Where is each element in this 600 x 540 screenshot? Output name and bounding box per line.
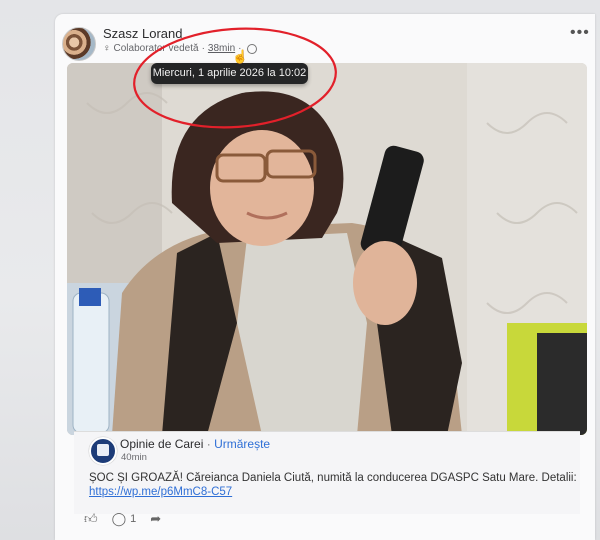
post-actions: 👍︎ ◯ 1 ➦: [84, 511, 161, 527]
hand-cursor-icon: ☝: [232, 49, 249, 64]
follow-button[interactable]: Urmărește: [214, 437, 270, 451]
badge-label[interactable]: Colaborator vedetă: [114, 43, 199, 54]
photo-illustration: [67, 63, 587, 435]
author-name[interactable]: Szasz Lorand: [103, 26, 183, 41]
trophy-icon: ♀: [103, 43, 111, 54]
page-header: Opinie de Carei · Urmărește: [120, 437, 270, 451]
post-link[interactable]: https://wp.me/p6MmC8-C57: [89, 486, 232, 498]
post-photo[interactable]: [67, 63, 587, 435]
timestamp-tooltip: Miercuri, 1 aprilie 2026 la 10:02: [151, 63, 308, 84]
page-avatar[interactable]: [89, 437, 117, 465]
comment-icon[interactable]: ◯: [112, 511, 127, 527]
page-name[interactable]: Opinie de Carei: [120, 437, 203, 451]
share-icon[interactable]: ➦: [150, 511, 161, 527]
page-separator: ·: [206, 437, 211, 451]
comment-count: 1: [130, 513, 137, 525]
post-text: ȘOC ȘI GROAZĂ! Căreianca Daniela Ciută, …: [89, 472, 577, 484]
like-icon[interactable]: 👍︎: [84, 511, 98, 527]
more-options-icon[interactable]: •••: [570, 24, 590, 42]
meta-separator: ·: [201, 43, 205, 54]
page-post-time[interactable]: 40min: [121, 452, 147, 463]
author-avatar[interactable]: [62, 27, 96, 61]
